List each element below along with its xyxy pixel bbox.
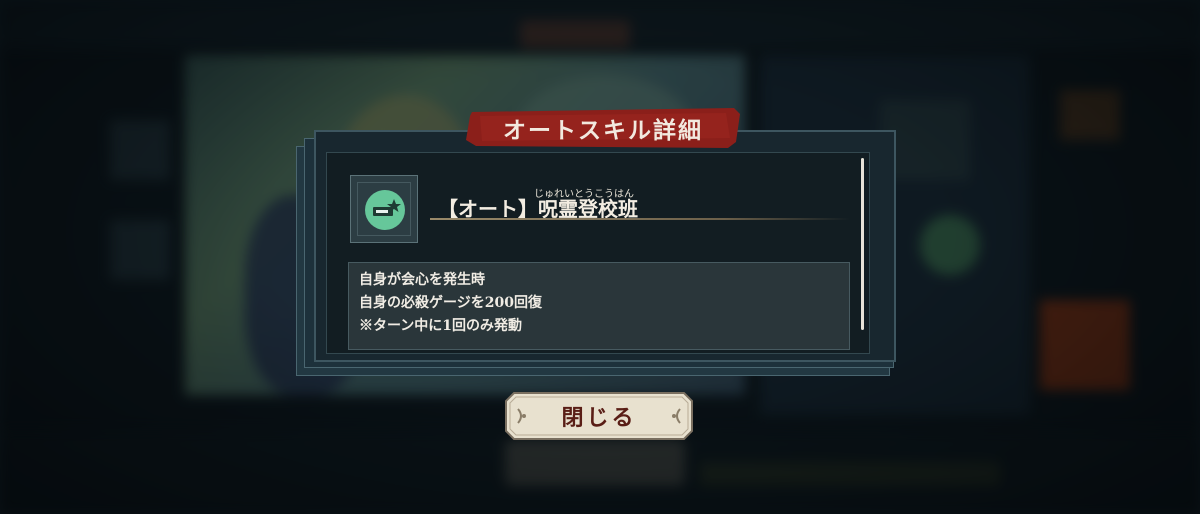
skill-description-box[interactable]: 自身が会心を発生時 自身の必殺ゲージを200回復 ※ターン中に1回のみ発動 <box>348 262 850 350</box>
description-line: 自身が会心を発生時 <box>359 272 485 288</box>
skill-heading-divider <box>430 218 850 220</box>
description-line: ※ターン中に1回のみ発動 <box>359 318 523 334</box>
dialog-title-banner: オートスキル詳細 <box>466 108 740 148</box>
dialog-scrollbar[interactable] <box>861 158 864 330</box>
close-button-label: 閉じる <box>561 405 637 431</box>
close-button[interactable]: 閉じる <box>504 391 694 441</box>
dialog-title: オートスキル詳細 <box>503 117 703 144</box>
skill-card-star-icon <box>365 190 405 230</box>
skill-icon-frame <box>350 175 418 243</box>
description-line: 自身の必殺ゲージを200回復 <box>359 295 542 311</box>
